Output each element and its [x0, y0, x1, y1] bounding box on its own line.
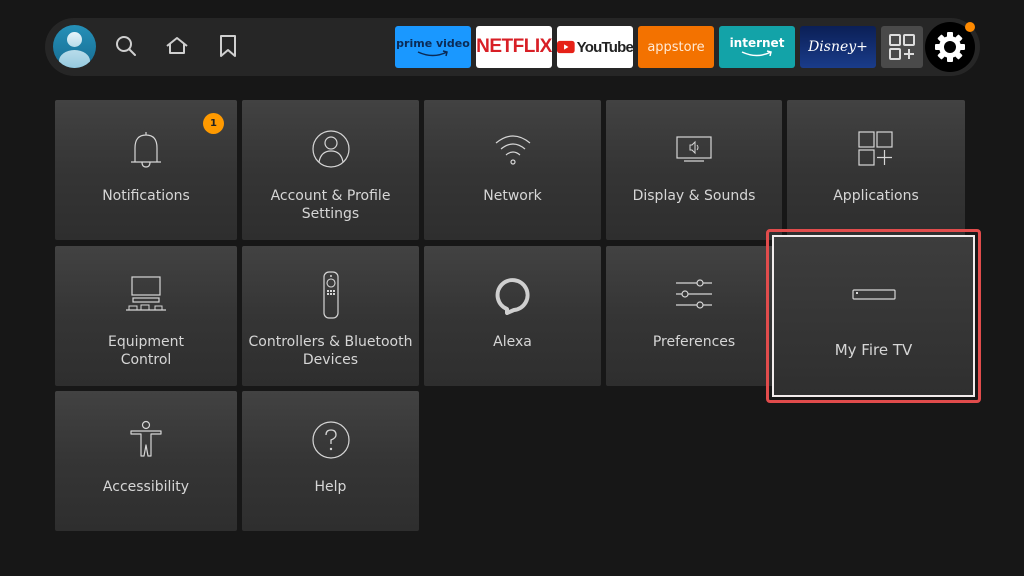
- user-circle-icon: [311, 130, 350, 168]
- tile-alexa[interactable]: Alexa: [424, 246, 601, 386]
- tile-help[interactable]: Help: [242, 391, 419, 531]
- app-label: appstore: [647, 39, 705, 55]
- app-label: Disney+: [808, 39, 868, 55]
- bookmark-icon[interactable]: [216, 34, 240, 58]
- tile-label: Display & Sounds: [632, 188, 756, 204]
- gear-icon: [935, 32, 965, 62]
- tile-controllers-bluetooth[interactable]: Controllers & Bluetooth Devices: [242, 246, 419, 386]
- notification-badge: 1: [203, 113, 224, 134]
- tile-label: Help: [314, 479, 347, 495]
- smile-arrow-icon: [741, 50, 772, 57]
- tile-label: Accessibility: [102, 479, 190, 495]
- bell-icon: [131, 132, 161, 168]
- remote-icon: [322, 271, 339, 319]
- tile-accessibility[interactable]: Accessibility: [55, 391, 237, 531]
- settings-alert-dot: [965, 22, 975, 32]
- app-internet[interactable]: internet: [719, 26, 795, 68]
- youtube-play-icon: [557, 40, 575, 54]
- app-label: internet: [729, 36, 785, 50]
- tile-display-sounds[interactable]: Display & Sounds: [606, 100, 782, 240]
- display-icon: [676, 136, 712, 162]
- sliders-icon: [676, 279, 712, 309]
- smile-arrow-icon: [417, 49, 448, 56]
- help-icon: [311, 421, 350, 459]
- tile-label: Equipment Control: [108, 334, 184, 368]
- tile-label: Controllers & Bluetooth Devices: [248, 334, 413, 368]
- app-label: YouTube: [576, 38, 633, 56]
- tile-label: Notifications: [102, 188, 190, 204]
- tile-notifications[interactable]: 1 Notifications: [55, 100, 237, 240]
- all-apps-button[interactable]: [881, 26, 923, 68]
- tile-label: My Fire TV: [834, 341, 913, 359]
- app-prime-video[interactable]: prime video: [395, 26, 471, 68]
- app-netflix[interactable]: NETFLIX: [476, 26, 552, 68]
- tile-label: Network: [483, 188, 542, 204]
- apps-grid-icon: [889, 34, 915, 60]
- app-appstore[interactable]: appstore: [638, 26, 714, 68]
- equipment-icon: [126, 276, 166, 311]
- tile-preferences[interactable]: Preferences: [606, 246, 782, 386]
- tile-account-profile[interactable]: Account & Profile Settings: [242, 100, 419, 240]
- fire-tv-stick-icon: [851, 289, 896, 300]
- app-label: NETFLIX: [476, 36, 552, 57]
- focused-tile-body: My Fire TV: [772, 235, 975, 397]
- avatar-head: [67, 32, 82, 47]
- accessibility-icon: [130, 420, 162, 457]
- tile-my-fire-tv[interactable]: My Fire TV: [766, 229, 981, 403]
- home-icon[interactable]: [165, 34, 189, 58]
- alexa-icon: [495, 278, 530, 315]
- tile-network[interactable]: Network: [424, 100, 601, 240]
- avatar-body: [59, 50, 90, 68]
- wifi-icon: [495, 135, 530, 165]
- app-label: prime video: [396, 36, 470, 50]
- tile-label: Alexa: [493, 334, 532, 350]
- tile-applications[interactable]: Applications: [787, 100, 965, 240]
- tile-label: Account & Profile Settings: [270, 188, 391, 222]
- tile-label: Applications: [833, 188, 919, 204]
- profile-avatar[interactable]: [53, 25, 96, 68]
- tile-equipment-control[interactable]: Equipment Control: [55, 246, 237, 386]
- app-youtube[interactable]: YouTube: [557, 26, 633, 68]
- tile-label: Preferences: [652, 334, 736, 350]
- search-icon[interactable]: [114, 34, 138, 58]
- apps-icon: [858, 131, 893, 166]
- app-disney-plus[interactable]: Disney+: [800, 26, 876, 68]
